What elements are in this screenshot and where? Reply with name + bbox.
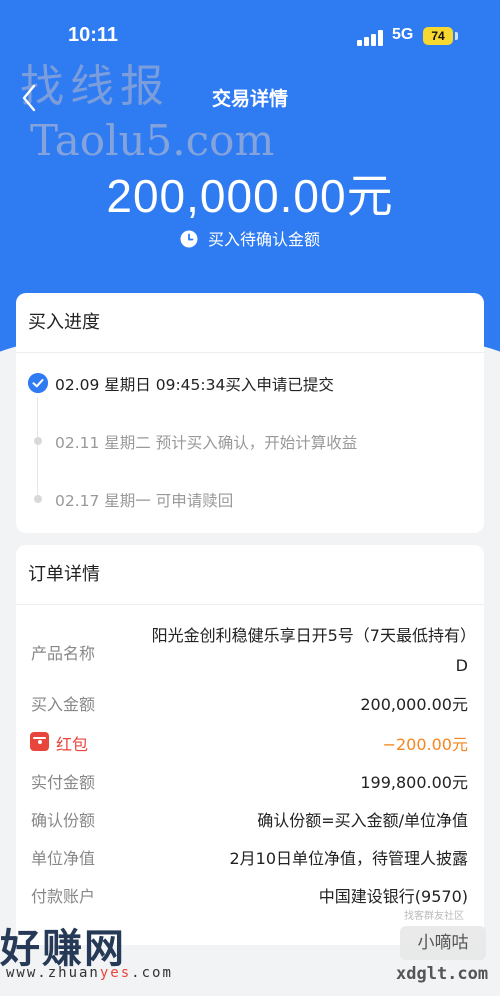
progress-step-text: 02.09 星期日 09:45:34买入申请已提交: [55, 376, 334, 394]
pending-amount-text: 买入待确认金额: [207, 230, 320, 249]
order-row-label: 产品名称: [31, 644, 96, 663]
watermark-bottom-url: www.zhuanyes.com: [6, 965, 173, 981]
order-row-label: 实付金额: [31, 773, 96, 792]
watermark-top-url: Taolu5.com: [30, 116, 275, 165]
progress-card-title: 买入进度: [16, 293, 484, 353]
order-row-value: 200,000.00元: [360, 695, 468, 714]
watermark-url-part: www.zhuan: [6, 965, 100, 981]
pending-dot-icon: [34, 495, 42, 503]
order-row-amount: 买入金额 200,000.00元: [16, 687, 484, 717]
clock-icon: [180, 230, 198, 248]
order-row-label: 确认份额: [31, 811, 96, 830]
watermark-url-highlight: yes: [99, 965, 132, 981]
progress-step-text: 02.17 星期一 可申请赎回: [55, 492, 234, 510]
order-row-value: 199,800.00元: [360, 773, 468, 792]
page-title: 交易详情: [211, 88, 288, 110]
signal-icon: [357, 30, 385, 46]
order-card: 订单详情 产品名称 阳光金创利稳健乐享日开5号（7天最低持有）D 买入金额 20…: [16, 545, 484, 945]
order-row-nav: 单位净值 2月10日单位净值，待管理人披露: [16, 841, 484, 871]
order-row-value: 中国建设银行(9570): [318, 887, 468, 906]
order-row-value: 确认份额=买入金额/单位净值: [257, 811, 468, 830]
check-circle-icon: [28, 373, 48, 393]
progress-step: 02.11 星期二 预计买入确认，开始计算收益: [16, 427, 484, 457]
order-row-paid: 实付金额 199,800.00元: [16, 765, 484, 795]
order-row-label: 单位净值: [31, 849, 96, 868]
pending-amount-label: 买入待确认金额: [0, 226, 500, 250]
order-row-account: 付款账户 中国建设银行(9570): [16, 879, 484, 909]
network-type: 5G: [392, 26, 414, 43]
order-row-value: 阳光金创利稳健乐享日开5号（7天最低持有）D: [151, 626, 468, 675]
watermark-url-part: .com: [131, 965, 173, 981]
pending-dot-icon: [34, 437, 42, 445]
progress-step: 02.17 星期一 可申请赎回: [16, 485, 484, 515]
watermark-right-small: 找客群友社区: [404, 911, 464, 922]
red-packet-icon: [30, 732, 49, 751]
battery-icon: 74: [423, 27, 453, 45]
order-row-red-packet: 红包 −200.00元: [16, 727, 484, 757]
order-row-value: 2月10日单位净值，待管理人披露: [229, 849, 468, 868]
status-time: 10:11: [68, 24, 119, 46]
order-row-label: 买入金额: [31, 695, 96, 714]
watermark-right-url: xdglt.com: [396, 964, 489, 984]
pending-amount: 200,000.00元: [106, 170, 394, 222]
battery-tip: [455, 32, 458, 40]
progress-step: 02.09 星期日 09:45:34买入申请已提交: [16, 369, 484, 399]
order-row-value: −200.00元: [382, 735, 468, 754]
order-row-label: 付款账户: [31, 887, 96, 906]
progress-step-text: 02.11 星期二 预计买入确认，开始计算收益: [55, 434, 358, 452]
order-row-shares: 确认份额 确认份额=买入金额/单位净值: [16, 803, 484, 833]
progress-card: 买入进度 02.09 星期日 09:45:34买入申请已提交 02.11 星期二…: [16, 293, 484, 533]
order-row-label: 红包: [56, 735, 89, 754]
watermark-right-box: 小嘀咕: [400, 926, 486, 960]
order-card-title: 订单详情: [16, 545, 484, 605]
